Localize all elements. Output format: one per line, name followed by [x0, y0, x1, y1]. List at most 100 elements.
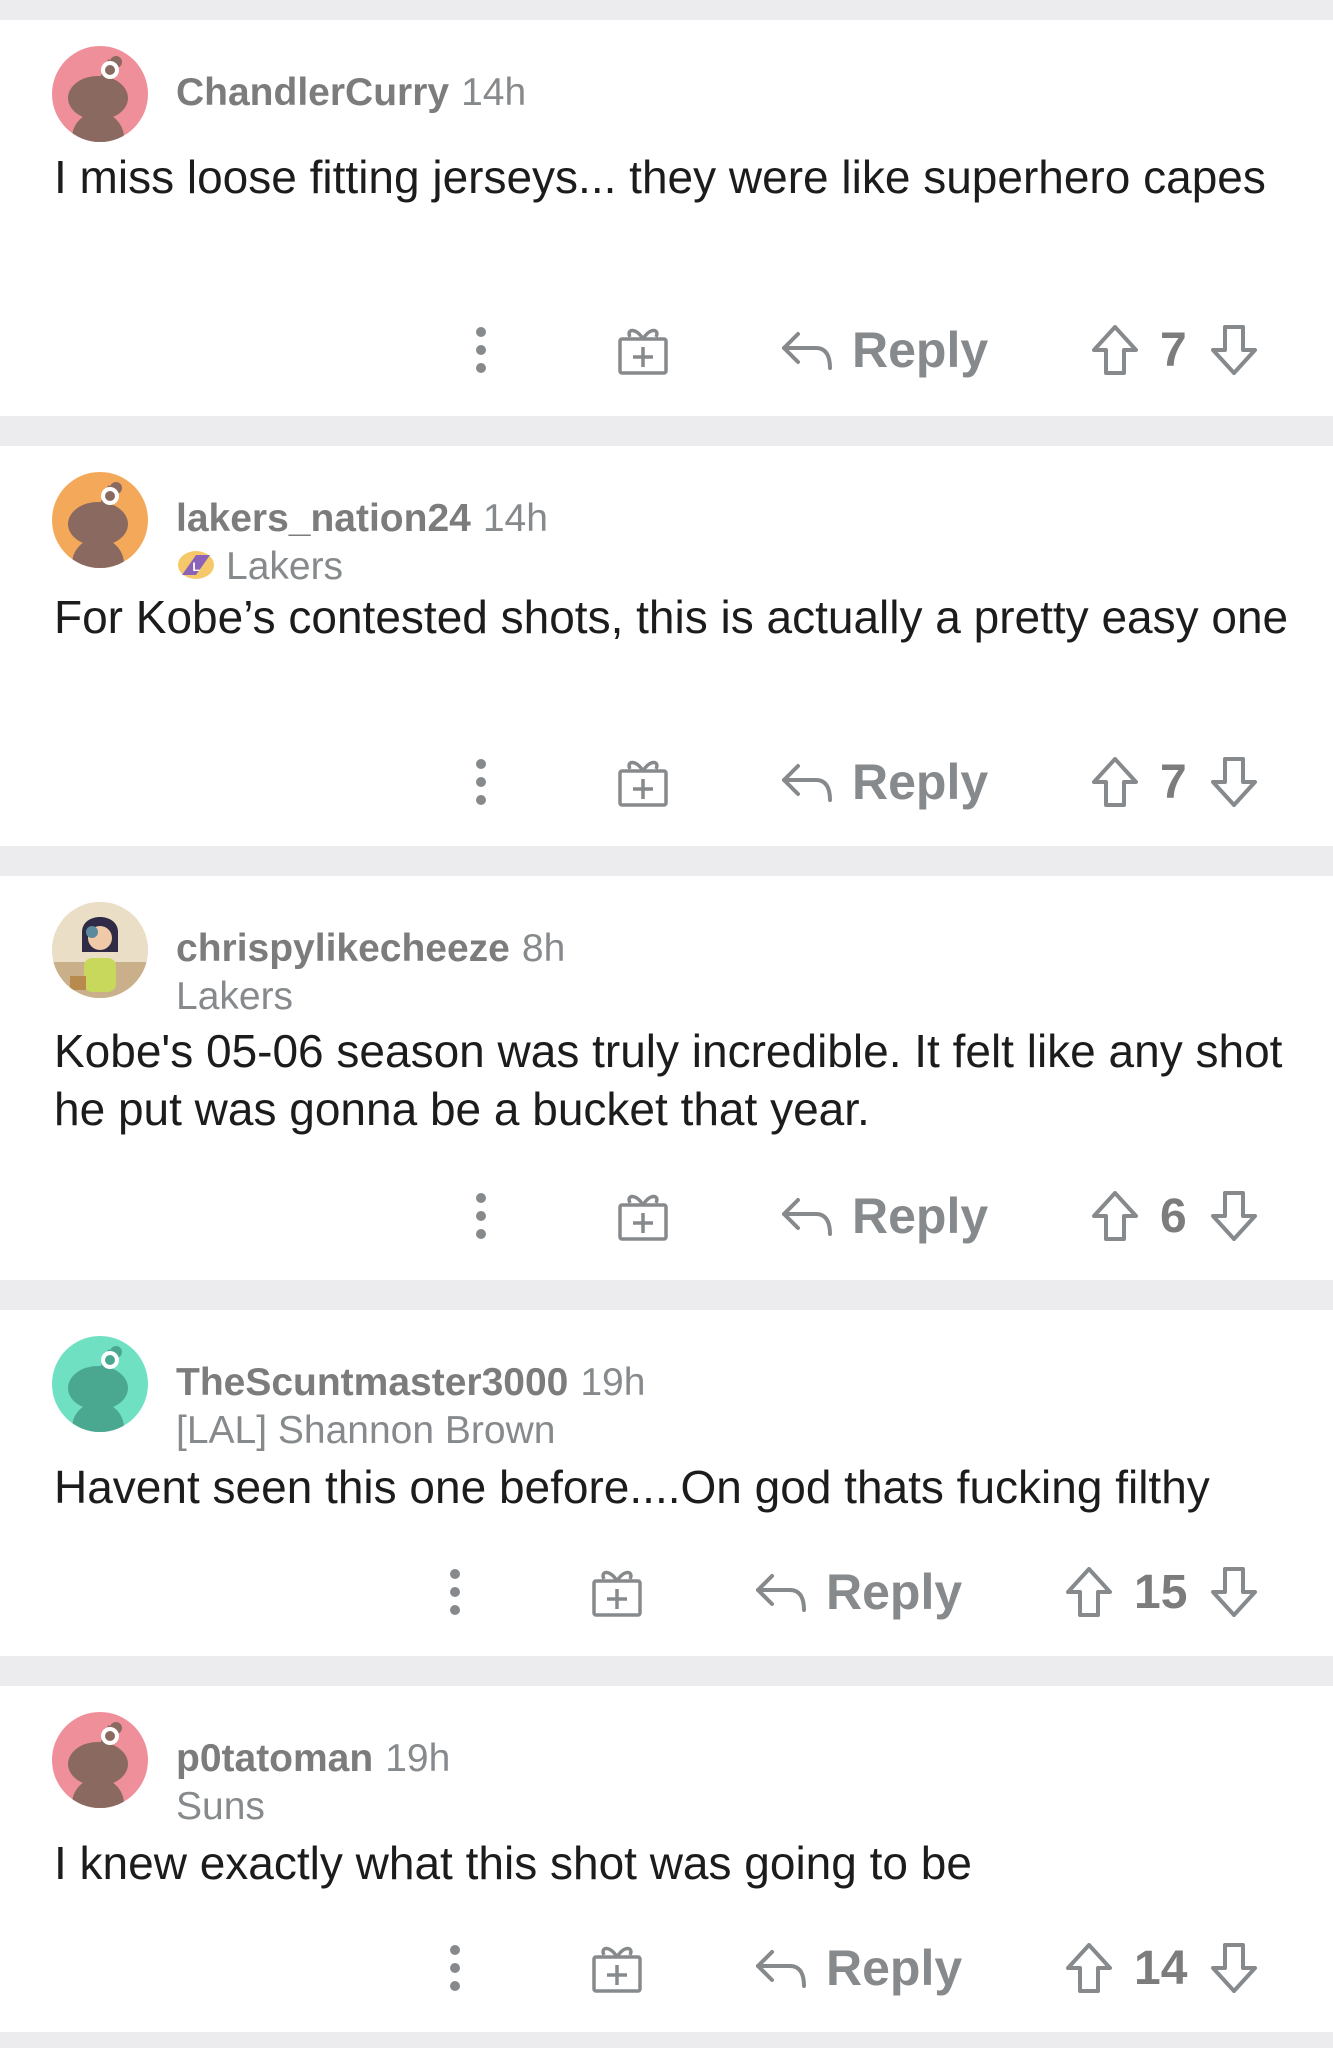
comment-card: chrispylikecheeze 8h Lakers Kobe's 05-06 …: [0, 876, 1333, 1280]
upvote-arrow-icon[interactable]: [1090, 323, 1140, 377]
reply-label: Reply: [826, 1564, 963, 1620]
comment-card: ChandlerCurry 14h I miss loose fitting je…: [0, 20, 1333, 416]
user-flair: [LAL] Shannon Brown: [176, 1408, 555, 1454]
flair-text: [LAL] Shannon Brown: [176, 1409, 556, 1452]
more-options-button[interactable]: [466, 742, 496, 822]
reply-button[interactable]: Reply: [754, 1552, 962, 1632]
reply-arrow-icon: [782, 1198, 832, 1236]
award-gift-icon: [618, 328, 668, 375]
avatar[interactable]: [52, 472, 148, 568]
award-gift-icon: [592, 1570, 642, 1617]
vote-score: 14: [1134, 1941, 1188, 1995]
reply-arrow-icon: [756, 1950, 806, 1988]
comment-meta: p0tatoman 19h: [176, 1736, 450, 1782]
comment-card: p0tatoman 19h Suns I knew exactly what th…: [0, 1686, 1333, 2032]
snoo-avatar-icon: [68, 1346, 128, 1432]
comment-time: 19h: [385, 1737, 451, 1780]
upvote-arrow-icon[interactable]: [1090, 755, 1140, 809]
reply-button[interactable]: Reply: [780, 742, 988, 822]
comment-actions: Reply 7: [0, 310, 1333, 390]
award-button[interactable]: [616, 742, 670, 822]
flair-text: Lakers: [176, 975, 294, 1018]
comment-card: TheScuntmaster3000 19h [LAL] Shannon Brow…: [0, 1310, 1333, 1656]
more-options-button[interactable]: [440, 1552, 470, 1632]
username[interactable]: TheScuntmaster3000: [176, 1361, 568, 1404]
vote-score: 7: [1160, 323, 1187, 377]
comment-body: Havent seen this one before....On god th…: [54, 1461, 1210, 1513]
vote-controls: 15: [1064, 1552, 1259, 1632]
comment-time: 14h: [461, 71, 527, 114]
award-button[interactable]: [590, 1552, 644, 1632]
avatar[interactable]: [52, 46, 148, 142]
lakers-logo-icon: L: [178, 551, 214, 579]
vote-controls: 7: [1090, 742, 1259, 822]
vote-score: 15: [1134, 1565, 1188, 1619]
more-options-icon: [450, 1945, 460, 1991]
downvote-arrow-icon[interactable]: [1209, 1189, 1259, 1243]
comment-body: I knew exactly what this shot was going …: [54, 1837, 972, 1889]
comment-actions: Reply 14: [0, 1928, 1333, 2008]
award-gift-icon: [618, 1194, 668, 1241]
reply-arrow-icon: [756, 1574, 806, 1612]
username[interactable]: ChandlerCurry: [176, 71, 449, 114]
upvote-arrow-icon[interactable]: [1090, 1189, 1140, 1243]
more-options-icon: [476, 1193, 486, 1239]
comment-body: I miss loose fitting jerseys... they wer…: [54, 151, 1266, 203]
downvote-arrow-icon[interactable]: [1209, 323, 1259, 377]
downvote-arrow-icon[interactable]: [1209, 1941, 1259, 1995]
vote-score: 6: [1160, 1189, 1187, 1243]
flair-text: Lakers: [226, 545, 344, 588]
comment-actions: Reply 6: [0, 1176, 1333, 1256]
vote-controls: 7: [1090, 310, 1259, 390]
comment-meta: ChandlerCurry 14h: [176, 70, 526, 116]
more-options-button[interactable]: [466, 1176, 496, 1256]
reply-arrow-icon: [782, 764, 832, 802]
downvote-arrow-icon[interactable]: [1209, 1565, 1259, 1619]
username[interactable]: p0tatoman: [176, 1737, 373, 1780]
username[interactable]: lakers_nation24: [176, 497, 471, 540]
vote-score: 7: [1160, 755, 1187, 809]
comment-actions: Reply 15: [0, 1552, 1333, 1632]
award-gift-icon: [618, 760, 668, 807]
reply-button[interactable]: Reply: [780, 310, 988, 390]
comment-card: lakers_nation24 14h L Lakers For Kobe’s co…: [0, 446, 1333, 846]
user-avatar-image-icon: [52, 902, 148, 998]
award-button[interactable]: [616, 310, 670, 390]
vote-controls: 14: [1064, 1928, 1259, 2008]
comment-body: Kobe's 05-06 season was truly incredible…: [54, 1025, 1283, 1135]
reply-button[interactable]: Reply: [780, 1176, 988, 1256]
reply-arrow-icon: [782, 332, 832, 370]
username[interactable]: chrispylikecheeze: [176, 927, 510, 970]
user-flair: L Lakers: [176, 544, 343, 590]
more-options-button[interactable]: [440, 1928, 470, 2008]
more-options-icon: [450, 1569, 460, 1615]
award-gift-icon: [592, 1946, 642, 1993]
flair-text: Suns: [176, 1785, 265, 1828]
user-flair: Lakers: [176, 974, 293, 1020]
vote-controls: 6: [1090, 1176, 1259, 1256]
svg-text:L: L: [192, 560, 199, 574]
comment-meta: chrispylikecheeze 8h: [176, 926, 565, 972]
comment-meta: lakers_nation24 14h: [176, 496, 548, 542]
snoo-avatar-icon: [68, 482, 128, 568]
comment-actions: Reply 7: [0, 742, 1333, 822]
award-button[interactable]: [616, 1176, 670, 1256]
avatar[interactable]: [52, 902, 148, 998]
reply-button[interactable]: Reply: [754, 1928, 962, 2008]
reply-label: Reply: [852, 322, 989, 378]
award-button[interactable]: [590, 1928, 644, 2008]
upvote-arrow-icon[interactable]: [1064, 1565, 1114, 1619]
avatar[interactable]: [52, 1712, 148, 1808]
snoo-avatar-icon: [68, 1722, 128, 1808]
more-options-icon: [476, 327, 486, 373]
user-flair: Suns: [176, 1784, 265, 1830]
downvote-arrow-icon[interactable]: [1209, 755, 1259, 809]
comment-time: 8h: [521, 927, 566, 970]
more-options-button[interactable]: [466, 310, 496, 390]
comment-body: For Kobe’s contested shots, this is actu…: [54, 591, 1289, 643]
reply-label: Reply: [852, 754, 989, 810]
avatar[interactable]: [52, 1336, 148, 1432]
reply-label: Reply: [826, 1940, 963, 1996]
snoo-avatar-icon: [68, 56, 128, 142]
upvote-arrow-icon[interactable]: [1064, 1941, 1114, 1995]
